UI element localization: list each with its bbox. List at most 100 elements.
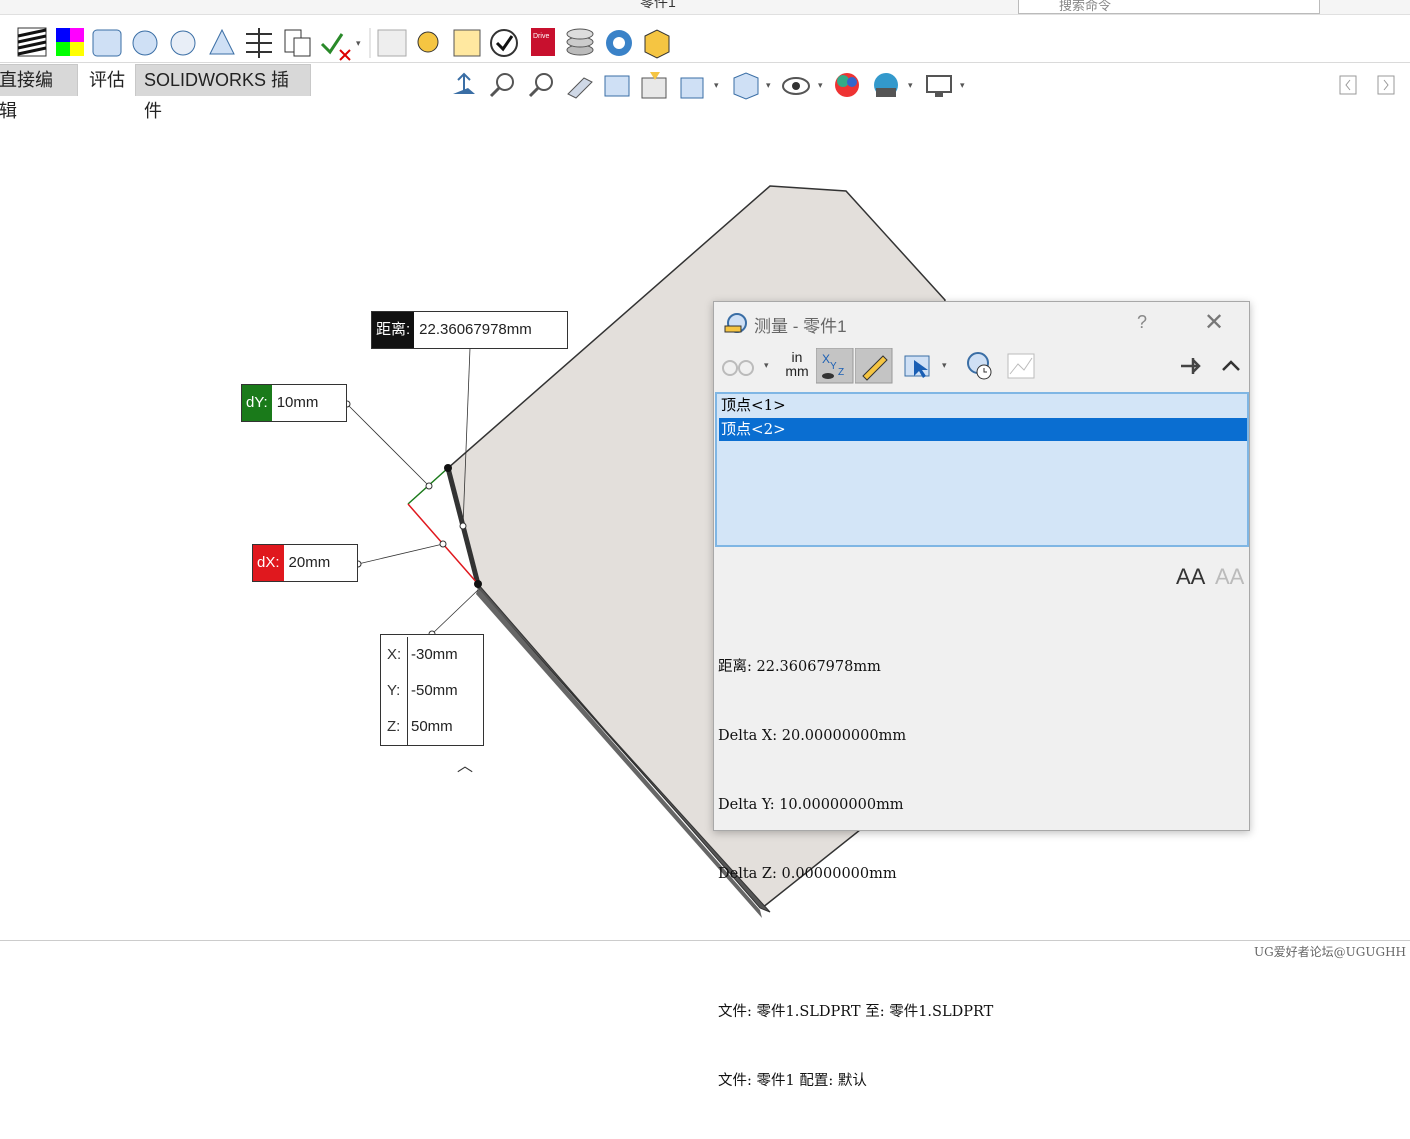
measure-dialog: 测量 - 零件1 ? ✕ ▾ in mm X Y Z ▾ 顶点<1> 顶点<2>… bbox=[713, 301, 1250, 1089]
previous-view-icon[interactable] bbox=[567, 77, 593, 99]
pane-left-icon[interactable] bbox=[1339, 75, 1357, 95]
sustainability-icon[interactable] bbox=[606, 30, 632, 56]
arc-circle-measure-icon[interactable] bbox=[720, 348, 760, 384]
zoom-area-icon[interactable] bbox=[528, 73, 553, 98]
list-item[interactable]: 顶点<1> bbox=[719, 394, 1247, 417]
check-icon[interactable] bbox=[320, 33, 351, 61]
units-precision-button[interactable]: in mm bbox=[780, 350, 814, 378]
collapse-dialog-icon[interactable] bbox=[1215, 348, 1245, 384]
scene-caret[interactable]: ▾ bbox=[908, 80, 913, 90]
units-label-in: in bbox=[791, 349, 803, 365]
coord-value-z: 50mm bbox=[407, 709, 453, 745]
view-settings-icon[interactable] bbox=[926, 75, 952, 97]
section-view-icon[interactable] bbox=[604, 75, 630, 97]
dy-leader-dot bbox=[425, 482, 433, 490]
result-distance: 距离: 22.36067978mm bbox=[718, 659, 881, 675]
search-input[interactable]: 搜索命令 bbox=[1018, 0, 1320, 14]
coord-row-x: X: -30mm bbox=[381, 637, 481, 673]
coord-row-y: Y: -50mm bbox=[381, 673, 481, 709]
list-item-selected[interactable]: 顶点<2> bbox=[719, 418, 1247, 441]
pin-icon[interactable] bbox=[1175, 348, 1205, 384]
view-orientation-caret[interactable]: ▾ bbox=[714, 80, 719, 90]
view-orientation-icon[interactable] bbox=[453, 72, 475, 94]
coord-leader bbox=[431, 589, 479, 635]
coord-axis-z: Z: bbox=[387, 718, 401, 735]
coord-row-z: Z: 50mm bbox=[381, 709, 481, 745]
decrease-font-icon[interactable]: AA bbox=[1215, 564, 1244, 590]
dy-callout-value: 10mm bbox=[276, 394, 319, 411]
coordinate-callout[interactable]: X: -30mm Y: -50mm Z: 50mm bbox=[380, 634, 484, 746]
help-button[interactable]: ? bbox=[1137, 312, 1147, 333]
zoom-to-fit-icon[interactable] bbox=[489, 73, 514, 98]
driveworks-icon[interactable]: Drive bbox=[531, 28, 555, 56]
svg-text:Drive: Drive bbox=[533, 33, 549, 40]
measure-results: 距离: 22.36067978mm Delta X: 20.00000000mm… bbox=[718, 610, 993, 1139]
result-delta-x: Delta X: 20.00000000mm bbox=[718, 728, 907, 744]
projected-on-caret[interactable]: ▾ bbox=[942, 360, 947, 371]
result-delta-z: Delta Z: 0.00000000mm bbox=[718, 866, 897, 882]
geometry-analysis-icon[interactable] bbox=[377, 29, 407, 57]
costing-icon[interactable] bbox=[566, 28, 594, 56]
dx-callout-value: 20mm bbox=[288, 554, 331, 571]
units-label-mm: mm bbox=[785, 363, 809, 379]
scene-icon[interactable] bbox=[874, 73, 898, 97]
dx-callout-label: dX: bbox=[253, 545, 284, 581]
result-file-config: 文件: 零件1 配置: 默认 bbox=[718, 1073, 867, 1089]
watermark-text: UG爱好者论坛@UGUGHH bbox=[1253, 945, 1406, 959]
search-placeholder: 搜索命令 bbox=[1059, 0, 1112, 13]
measure-toolbar: ▾ in mm X Y Z ▾ bbox=[720, 348, 1240, 384]
hide-show-caret[interactable]: ▾ bbox=[818, 80, 823, 90]
arc-measure-caret[interactable]: ▾ bbox=[764, 360, 769, 371]
zebra-stripes-icon[interactable] bbox=[17, 27, 47, 57]
measure-icon bbox=[724, 313, 747, 333]
dynamic-annotation-icon[interactable] bbox=[641, 72, 667, 99]
result-delta-y: Delta Y: 10.00000000mm bbox=[718, 797, 904, 813]
check-dropdown-caret[interactable]: ▾ bbox=[356, 38, 361, 48]
dx-callout[interactable]: dX: 20mm bbox=[252, 544, 358, 582]
import-diagnostics-icon[interactable] bbox=[417, 31, 439, 53]
vertex-1[interactable] bbox=[444, 464, 452, 472]
simulation-icon[interactable] bbox=[453, 29, 481, 57]
interference-icon[interactable] bbox=[284, 29, 311, 57]
draft-analysis-icon[interactable] bbox=[132, 30, 158, 56]
evaluate-toolbar: ▾ Drive bbox=[0, 22, 1410, 63]
svg-text:Z: Z bbox=[838, 367, 844, 378]
view-settings-caret[interactable]: ▾ bbox=[960, 80, 965, 90]
pane-right-icon[interactable] bbox=[1377, 75, 1395, 95]
parting-line-icon[interactable] bbox=[209, 28, 235, 55]
display-style-caret[interactable]: ▾ bbox=[766, 80, 771, 90]
design-checker-icon[interactable] bbox=[644, 29, 670, 59]
coord-value-y: -50mm bbox=[407, 673, 458, 709]
thickness-icon[interactable] bbox=[246, 28, 272, 58]
distance-leader-dot bbox=[459, 522, 467, 530]
dx-leader bbox=[357, 543, 444, 565]
increase-font-icon[interactable]: AA bbox=[1176, 564, 1205, 590]
show-xyz-icon[interactable]: X Y Z bbox=[816, 348, 854, 384]
selection-list[interactable]: 顶点<1> 顶点<2> bbox=[715, 392, 1249, 547]
display-style-icon[interactable] bbox=[733, 72, 759, 100]
measurement-history-icon[interactable] bbox=[960, 348, 994, 384]
distance-callout[interactable]: 距离: 22.36067978mm bbox=[371, 311, 568, 349]
hide-show-icon[interactable] bbox=[782, 77, 810, 95]
curvature-icon[interactable] bbox=[56, 28, 84, 56]
deviation-analysis-icon[interactable] bbox=[92, 29, 122, 57]
collapse-callout-icon[interactable]: ︿ bbox=[457, 752, 473, 776]
svg-text:X: X bbox=[822, 352, 830, 366]
status-bar: UG爱好者论坛@UGUGHH bbox=[0, 940, 1410, 964]
coord-axis-y: Y: bbox=[387, 682, 401, 699]
dx-leader-dot bbox=[439, 540, 447, 548]
undercut-analysis-icon[interactable] bbox=[170, 30, 196, 56]
edit-appearance-icon[interactable] bbox=[835, 73, 859, 97]
evaluate-toolbar-icons: ▾ Drive bbox=[17, 27, 670, 61]
view-orientation-icon[interactable] bbox=[680, 77, 704, 99]
create-sensor-icon[interactable] bbox=[1004, 348, 1038, 384]
close-button[interactable]: ✕ bbox=[1204, 308, 1224, 337]
dy-leader bbox=[346, 403, 430, 487]
window-title: 零件1 bbox=[640, 0, 676, 10]
feature-check-icon[interactable] bbox=[490, 29, 518, 57]
projected-on-icon[interactable] bbox=[902, 348, 936, 384]
vertex-2[interactable] bbox=[474, 580, 482, 588]
dy-callout[interactable]: dY: 10mm bbox=[241, 384, 347, 422]
point-to-point-icon[interactable] bbox=[855, 348, 893, 384]
coord-value-x: -30mm bbox=[407, 637, 458, 673]
